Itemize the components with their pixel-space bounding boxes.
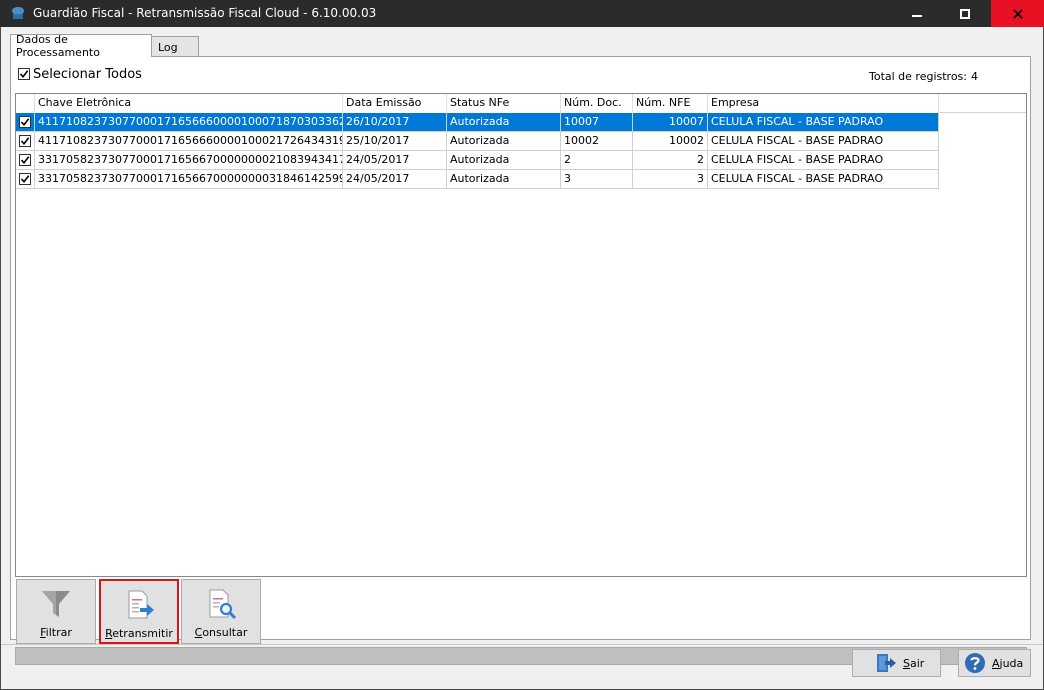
row-checkbox-cell[interactable] <box>16 170 35 189</box>
row-checkbox-cell[interactable] <box>16 113 35 132</box>
tab-log[interactable]: Log <box>151 36 199 57</box>
select-all-label[interactable]: Selecionar Todos <box>33 67 142 82</box>
table-row[interactable]: 3317058237307700017165667000000002108394… <box>16 151 939 170</box>
consultar-label: Consultar <box>194 626 248 639</box>
minimize-button[interactable] <box>893 0 940 27</box>
row-checkbox[interactable] <box>19 154 31 166</box>
grid-header: Chave Eletrônica Data Emissão Status NFe… <box>16 94 1026 113</box>
window-title: Guardião Fiscal - Retransmissão Fiscal C… <box>33 6 377 20</box>
app-icon <box>12 7 24 19</box>
cell-empresa[interactable]: CELULA FISCAL - BASE PADRAO <box>708 132 939 151</box>
cell-num-nfe[interactable]: 10007 <box>633 113 708 132</box>
cell-num-doc[interactable]: 3 <box>561 170 633 189</box>
document-search-icon <box>209 589 237 620</box>
row-checkbox-cell[interactable] <box>16 132 35 151</box>
cell-data[interactable]: 25/10/2017 <box>343 132 447 151</box>
document-send-icon <box>128 590 154 619</box>
funnel-icon <box>42 591 70 617</box>
total-records: Total de registros: 4 <box>869 70 978 83</box>
row-checkbox[interactable] <box>19 135 31 147</box>
row-checkbox[interactable] <box>19 173 31 185</box>
row-checkbox[interactable] <box>19 116 31 128</box>
table-row[interactable]: 4117108237307700017165666000010002172643… <box>16 132 939 151</box>
exit-door-icon <box>877 654 896 672</box>
column-header-chave[interactable]: Chave Eletrônica <box>35 94 343 113</box>
cell-data[interactable]: 24/05/2017 <box>343 170 447 189</box>
cell-num-nfe[interactable]: 2 <box>633 151 708 170</box>
table-row[interactable]: 4117108237307700017165666000010007187030… <box>16 113 939 132</box>
sair-label: Sair <box>903 656 925 670</box>
select-all-checkbox[interactable] <box>18 68 30 80</box>
column-header-num-doc[interactable]: Núm. Doc. <box>561 94 633 113</box>
tab-panel: Selecionar Todos Total de registros: 4 Ch… <box>10 56 1031 665</box>
cell-num-doc[interactable]: 10002 <box>561 132 633 151</box>
records-grid[interactable]: Chave Eletrônica Data Emissão Status NFe… <box>15 93 1027 577</box>
consultar-button[interactable]: Consultar <box>181 579 261 644</box>
divider <box>1 644 1043 645</box>
cell-empresa[interactable]: CELULA FISCAL - BASE PADRAO <box>708 170 939 189</box>
maximize-button[interactable] <box>941 0 988 27</box>
retransmitir-button[interactable]: Retransmitir <box>99 579 179 644</box>
cell-empresa[interactable]: CELULA FISCAL - BASE PADRAO <box>708 151 939 170</box>
sair-button[interactable]: Sair <box>852 649 941 677</box>
cell-status[interactable]: Autorizada <box>447 132 561 151</box>
cell-chave[interactable]: 3317058237307700017165667000000002108394… <box>35 151 343 170</box>
cell-chave[interactable]: 4117108237307700017165666000010007187030… <box>35 113 343 132</box>
cell-num-doc[interactable]: 10007 <box>561 113 633 132</box>
filtrar-button[interactable]: Filtrar <box>16 579 96 644</box>
column-header-num-nfe[interactable]: Núm. NFE <box>633 94 708 113</box>
tab-dados-de-processamento[interactable]: Dados de Processamento <box>10 33 152 59</box>
close-button[interactable] <box>991 0 1044 27</box>
table-row[interactable]: 3317058237307700017165667000000003184614… <box>16 170 939 189</box>
checkmark-icon <box>20 156 30 165</box>
cell-num-nfe[interactable]: 3 <box>633 170 708 189</box>
cell-status[interactable]: Autorizada <box>447 170 561 189</box>
cell-chave[interactable]: 3317058237307700017165667000000003184614… <box>35 170 343 189</box>
retransmitir-label: Retransmitir <box>105 627 173 640</box>
checkmark-icon <box>20 175 30 184</box>
row-checkbox-cell[interactable] <box>16 151 35 170</box>
checkmark-icon <box>20 137 30 146</box>
ajuda-label: Ajuda <box>992 656 1024 670</box>
cell-empresa[interactable]: CELULA FISCAL - BASE PADRAO <box>708 113 939 132</box>
maximize-icon <box>959 8 970 19</box>
cell-num-doc[interactable]: 2 <box>561 151 633 170</box>
column-header-empresa[interactable]: Empresa <box>708 94 939 113</box>
cell-data[interactable]: 26/10/2017 <box>343 113 447 132</box>
column-header-check <box>16 94 35 113</box>
main-window: Dados de Processamento Log Selecionar To… <box>1 27 1043 689</box>
cell-status[interactable]: Autorizada <box>447 113 561 132</box>
cell-data[interactable]: 24/05/2017 <box>343 151 447 170</box>
column-header-status[interactable]: Status NFe <box>447 94 561 113</box>
ajuda-button[interactable]: Ajuda <box>958 649 1031 677</box>
close-icon <box>1012 8 1023 19</box>
cell-status[interactable]: Autorizada <box>447 151 561 170</box>
cell-num-nfe[interactable]: 10002 <box>633 132 708 151</box>
checkmark-icon <box>20 118 30 127</box>
column-header-data[interactable]: Data Emissão <box>343 94 447 113</box>
minimize-icon <box>911 14 922 17</box>
cell-chave[interactable]: 4117108237307700017165666000010002172643… <box>35 132 343 151</box>
title-bar: Guardião Fiscal - Retransmissão Fiscal C… <box>0 0 1044 27</box>
total-records-value: 4 <box>971 70 978 83</box>
filtrar-label: Filtrar <box>40 626 72 639</box>
help-icon <box>965 653 985 673</box>
total-records-label: Total de registros: <box>868 70 967 83</box>
checkmark-icon <box>19 70 29 79</box>
